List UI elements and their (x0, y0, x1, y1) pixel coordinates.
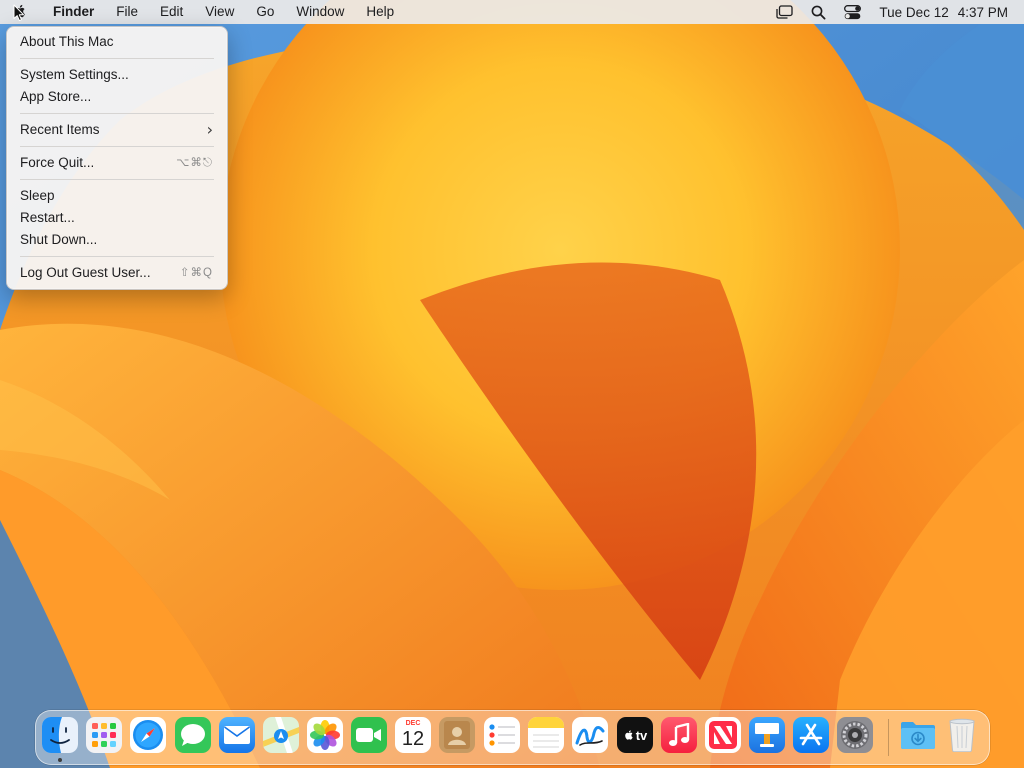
menu-app-finder[interactable]: Finder (42, 0, 105, 24)
calendar-month: DEC (405, 720, 421, 727)
menu-item-sleep[interactable]: Sleep (7, 185, 227, 207)
control-center-icon[interactable] (835, 0, 869, 24)
dock-app-reminders[interactable] (484, 717, 520, 753)
map-icon (263, 717, 299, 753)
menu-file[interactable]: File (105, 0, 149, 24)
freeform-scribble-icon (575, 726, 605, 746)
app-store-icon (799, 723, 823, 746)
dock: DEC 12 tv (35, 710, 990, 765)
safari-compass-icon (133, 720, 163, 750)
menu-bar: Finder File Edit View Go Window Help Tue… (0, 0, 1024, 24)
news-icon (709, 721, 737, 749)
dock-app-tv[interactable]: tv (617, 717, 653, 753)
menu-separator (20, 146, 214, 147)
menu-item-label: Log Out Guest User... (20, 265, 151, 280)
music-note-icon (669, 723, 690, 746)
gear-icon (841, 721, 869, 749)
menu-item-about-this-mac[interactable]: About This Mac (7, 31, 227, 53)
menu-item-shortcut: ⌥⌘⎋ (176, 157, 213, 169)
dock-app-app-store[interactable] (793, 717, 829, 753)
spotlight-search-icon[interactable] (801, 0, 835, 24)
menu-separator (20, 179, 214, 180)
dock-app-mail[interactable] (219, 717, 255, 753)
trash-icon (949, 718, 975, 752)
menu-edit[interactable]: Edit (149, 0, 194, 24)
menu-item-label: System Settings... (20, 67, 129, 82)
clock-date: Tue Dec 12 (879, 4, 949, 20)
menu-item-recent-items[interactable]: Recent Items › (7, 119, 227, 141)
menu-item-restart[interactable]: Restart... (7, 207, 227, 229)
dock-app-calendar[interactable]: DEC 12 (395, 717, 431, 753)
menu-item-label: Recent Items (20, 122, 100, 137)
menu-separator (20, 58, 214, 59)
launchpad-icon (92, 723, 116, 747)
dock-app-freeform[interactable] (572, 717, 608, 753)
menu-view[interactable]: View (194, 0, 245, 24)
chevron-right-icon: › (206, 120, 213, 139)
dock-app-facetime[interactable] (351, 717, 387, 753)
menu-item-shut-down[interactable]: Shut Down... (7, 229, 227, 251)
dock-app-photos[interactable] (307, 717, 343, 753)
menu-item-label: Shut Down... (20, 232, 98, 247)
downloads-folder-icon (901, 722, 935, 749)
menu-bar-status-area: Tue Dec 12 4:37 PM (767, 0, 1008, 24)
video-camera-icon (356, 728, 381, 742)
dock-app-finder[interactable] (42, 717, 78, 753)
finder-icon (42, 717, 78, 753)
menu-item-system-settings[interactable]: System Settings... (7, 64, 227, 86)
speech-bubble-icon (181, 724, 205, 746)
dock-trash[interactable] (944, 717, 980, 753)
mouse-pointer-icon (13, 4, 25, 27)
podium-icon (755, 723, 779, 747)
menu-item-log-out[interactable]: Log Out Guest User... ⇧⌘Q (7, 262, 227, 284)
menu-item-app-store[interactable]: App Store... (7, 86, 227, 108)
dock-downloads-folder[interactable] (900, 717, 936, 753)
dock-app-music[interactable] (661, 717, 697, 753)
dock-app-messages[interactable] (175, 717, 211, 753)
contacts-book-icon (444, 721, 470, 749)
dock-app-notes[interactable] (528, 717, 564, 753)
menu-help[interactable]: Help (355, 0, 405, 24)
menu-separator (20, 256, 214, 257)
tv-label: tv (635, 727, 648, 743)
menu-item-label: Force Quit... (20, 155, 95, 170)
calendar-day: 12 (401, 728, 425, 750)
dock-app-maps[interactable] (263, 717, 299, 753)
menu-item-label: About This Mac (20, 34, 114, 49)
dock-app-system-settings[interactable] (837, 717, 873, 753)
menu-item-label: Sleep (20, 188, 55, 203)
dock-app-news[interactable] (705, 717, 741, 753)
running-indicator (58, 758, 62, 762)
dock-app-contacts[interactable] (439, 717, 475, 753)
menu-item-label: App Store... (20, 89, 92, 104)
envelope-icon (224, 726, 250, 744)
dock-app-launchpad[interactable] (86, 717, 122, 753)
menu-item-force-quit[interactable]: Force Quit... ⌥⌘⎋ (7, 152, 227, 174)
dock-app-safari[interactable] (130, 717, 166, 753)
dock-app-keynote[interactable] (749, 717, 785, 753)
dock-separator (888, 719, 889, 756)
menu-item-label: Restart... (20, 210, 75, 225)
apple-logo-icon (624, 730, 633, 740)
stage-manager-icon[interactable] (767, 0, 801, 24)
photos-flower-icon (310, 720, 340, 750)
menu-item-shortcut: ⇧⌘Q (179, 267, 213, 279)
clock-time: 4:37 PM (957, 4, 1008, 20)
menu-window[interactable]: Window (285, 0, 355, 24)
menu-bar-clock[interactable]: Tue Dec 12 4:37 PM (869, 5, 1008, 20)
checklist-icon (489, 724, 515, 746)
menu-go[interactable]: Go (245, 0, 285, 24)
notepad-icon (528, 717, 564, 748)
menu-separator (20, 113, 214, 114)
apple-menu-dropdown: About This Mac System Settings... App St… (6, 26, 228, 290)
